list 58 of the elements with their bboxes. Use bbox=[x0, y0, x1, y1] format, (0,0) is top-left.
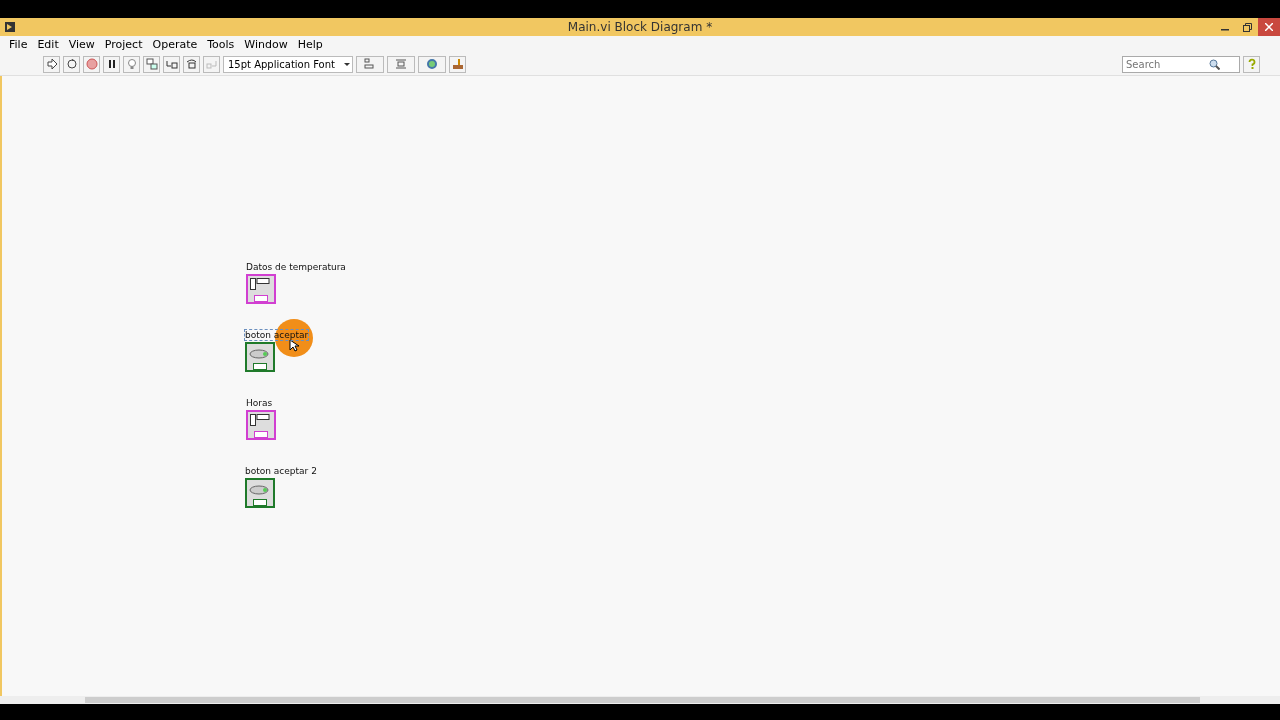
pause-button[interactable] bbox=[103, 55, 120, 73]
align-dropdown[interactable] bbox=[356, 55, 384, 73]
window-title: Main.vi Block Diagram * bbox=[567, 20, 713, 34]
scrollbar-thumb[interactable] bbox=[85, 697, 1200, 703]
cursor-icon bbox=[289, 339, 299, 353]
stop-icon bbox=[85, 58, 98, 70]
step-over-button[interactable] bbox=[183, 55, 200, 73]
menu-item[interactable]: Edit bbox=[32, 38, 64, 51]
reorder-dropdown[interactable] bbox=[418, 55, 446, 73]
cluster-terminal[interactable] bbox=[246, 274, 276, 304]
clean-up-button[interactable] bbox=[449, 55, 466, 73]
search-input[interactable]: Search bbox=[1126, 58, 1206, 70]
step-out-icon bbox=[205, 58, 218, 70]
toggle-icon bbox=[249, 349, 269, 359]
menu-item[interactable]: Operate bbox=[147, 38, 203, 51]
boolean-terminal[interactable] bbox=[245, 478, 275, 508]
terminal-label[interactable]: Horas bbox=[246, 398, 273, 408]
align-icon bbox=[364, 58, 376, 70]
cluster-terminal[interactable] bbox=[246, 410, 276, 440]
menu-item[interactable]: Window bbox=[239, 38, 293, 51]
distribute-dropdown[interactable] bbox=[387, 55, 415, 73]
menu-item[interactable]: File bbox=[4, 38, 33, 51]
close-button[interactable] bbox=[1258, 18, 1280, 36]
menu-item[interactable]: Help bbox=[292, 38, 328, 51]
help-button[interactable] bbox=[1243, 55, 1260, 73]
probe-icon bbox=[145, 58, 158, 70]
type-tag-icon bbox=[254, 431, 268, 438]
broom-icon bbox=[451, 58, 464, 70]
run-button[interactable] bbox=[43, 55, 60, 73]
app-icon bbox=[4, 21, 16, 33]
reorder-icon bbox=[426, 58, 438, 70]
font-dropdown[interactable]: 15pt Application Font bbox=[223, 55, 353, 73]
retain-values-button[interactable] bbox=[143, 55, 160, 73]
menu-item[interactable]: Tools bbox=[202, 38, 240, 51]
step-into-icon bbox=[165, 58, 178, 70]
boolean-terminal[interactable] bbox=[245, 342, 275, 372]
type-tag-icon bbox=[253, 363, 267, 370]
search-icon bbox=[1209, 58, 1220, 70]
arrow-icon bbox=[45, 58, 58, 70]
terminal-label[interactable]: boton aceptar 2 bbox=[245, 466, 317, 476]
run-continuously-button[interactable] bbox=[63, 55, 80, 73]
cycle-arrows-icon bbox=[65, 58, 78, 70]
terminal-label[interactable]: Datos de temperatura bbox=[246, 262, 346, 272]
array-icon bbox=[250, 414, 270, 426]
horizontal-scrollbar[interactable] bbox=[0, 696, 1280, 704]
restore-icon bbox=[1242, 22, 1252, 32]
search-field[interactable]: Search bbox=[1122, 55, 1240, 73]
toggle-icon bbox=[249, 485, 269, 495]
distribute-icon bbox=[395, 58, 407, 70]
type-tag-icon bbox=[253, 499, 267, 506]
menu-item[interactable]: View bbox=[63, 38, 100, 51]
lightbulb-icon bbox=[125, 58, 138, 70]
array-icon bbox=[250, 278, 270, 290]
close-icon bbox=[1265, 23, 1273, 31]
type-tag-icon bbox=[254, 295, 268, 302]
step-into-button[interactable] bbox=[163, 55, 180, 73]
step-over-icon bbox=[185, 58, 198, 70]
menu-item[interactable]: Project bbox=[99, 38, 148, 51]
